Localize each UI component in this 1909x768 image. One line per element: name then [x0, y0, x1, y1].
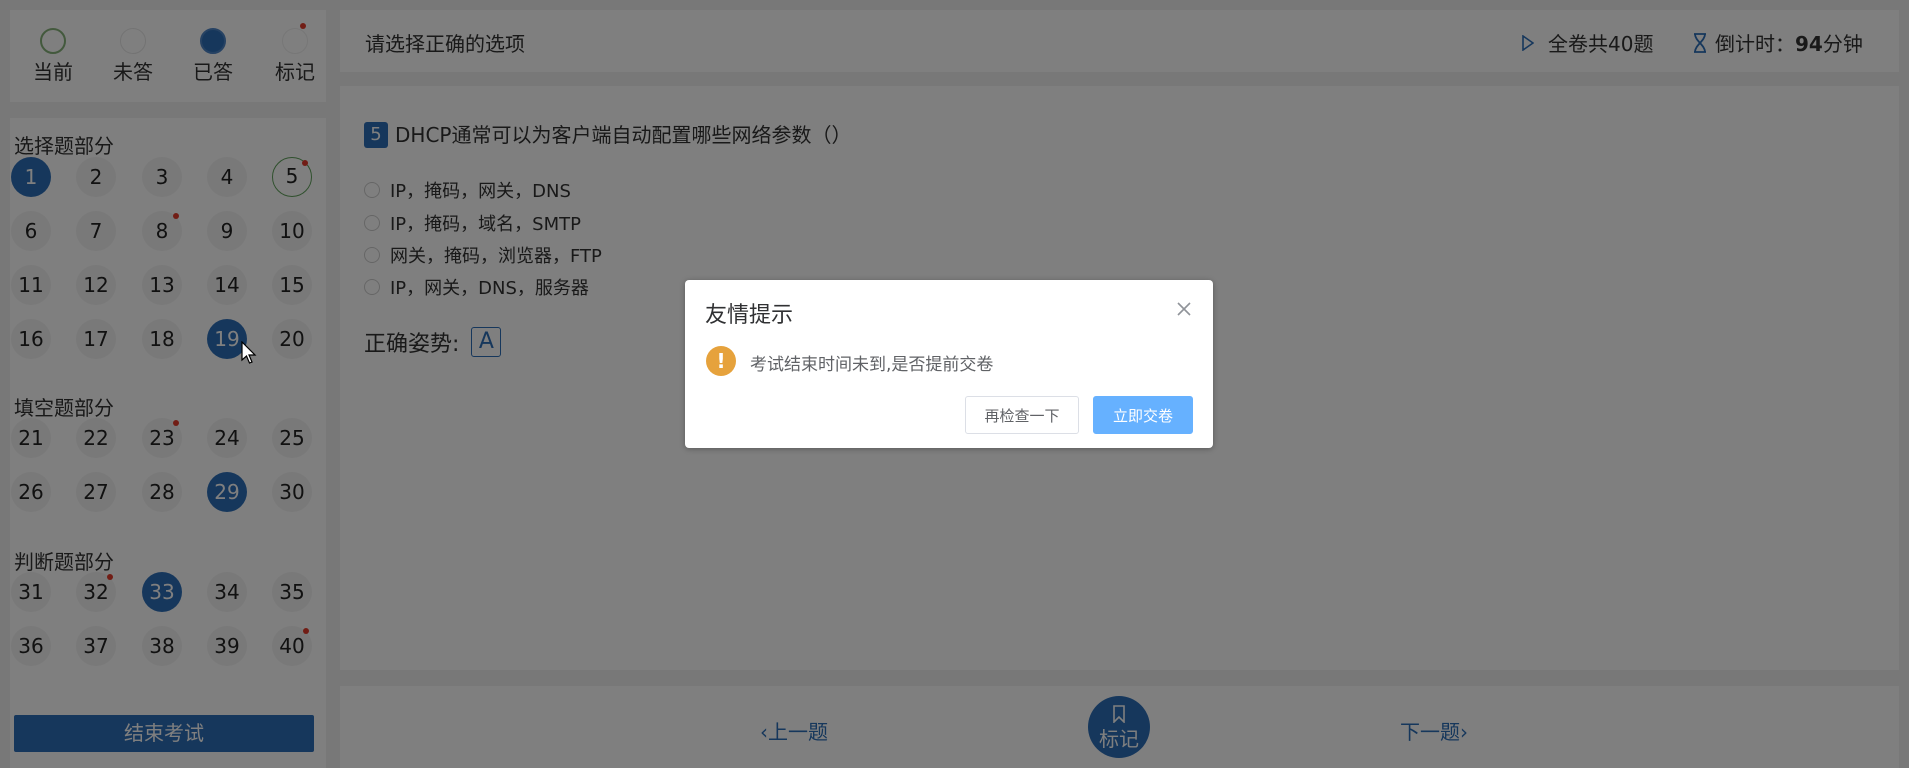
recheck-button[interactable]: 再检查一下: [965, 396, 1079, 434]
mouse-cursor-icon: [241, 341, 257, 364]
close-icon[interactable]: [1175, 300, 1193, 318]
dialog-message: 考试结束时间未到,是否提前交卷: [750, 355, 994, 375]
warning-icon: !: [706, 346, 736, 376]
submit-exam-button[interactable]: 立即交卷: [1093, 396, 1193, 434]
dialog-title: 友情提示: [705, 303, 794, 328]
confirm-dialog: 友情提示 ! 考试结束时间未到,是否提前交卷 再检查一下 立即交卷: [685, 280, 1213, 448]
